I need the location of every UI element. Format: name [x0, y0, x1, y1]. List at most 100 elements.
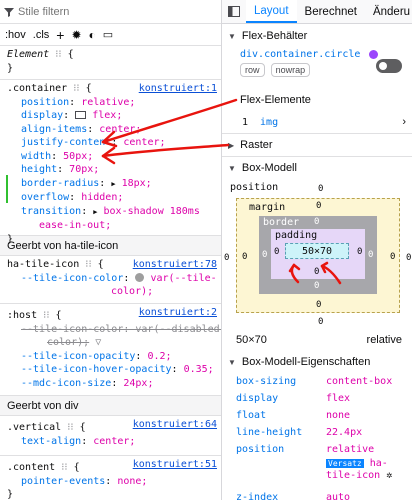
add-rule-button[interactable]: + [56, 27, 64, 43]
offset-parent[interactable]: ha- [370, 458, 388, 469]
hov-button[interactable]: :hov [5, 29, 26, 41]
expand-triangle-icon[interactable]: ▶ [93, 208, 97, 216]
expand-icon[interactable]: ▶ [228, 141, 234, 150]
filter-bar[interactable] [0, 0, 221, 24]
prop-value[interactable]: 0.2; [147, 351, 171, 362]
collapse-icon[interactable]: ▼ [228, 358, 236, 367]
box-props-header[interactable]: ▼ Box-Modell-Eigenschaften [222, 351, 412, 373]
position-top-value[interactable]: 0 [318, 184, 323, 194]
content-rule-source[interactable]: konstruiert:51 [133, 458, 217, 472]
gear-icon[interactable]: ✲ [386, 470, 392, 481]
prop-value[interactable]: hidden; [81, 192, 123, 203]
flex-color-dot[interactable] [369, 49, 379, 59]
padding-box[interactable]: padding 0 0 0 50×70 [271, 229, 365, 279]
rule-options-icon[interactable]: ⁝⁝ [85, 259, 91, 270]
prop-name[interactable]: text-align [21, 436, 81, 447]
expand-triangle-icon[interactable]: ▶ [111, 180, 115, 188]
flex-container-header[interactable]: ▼ Flex-Behälter [222, 25, 412, 47]
collapse-icon[interactable]: ▼ [228, 32, 236, 41]
position-bottom-value[interactable]: 0 [318, 317, 323, 327]
color-swatch-icon[interactable] [135, 273, 145, 282]
prop-overflow[interactable]: overflow: hidden; [7, 191, 216, 205]
prop-name[interactable]: pointer-events [21, 476, 105, 487]
prop-align-items[interactable]: align-items: center; [7, 123, 216, 137]
prop-justify-content[interactable]: justify-content: center; [7, 136, 216, 150]
prop-display[interactable]: display: flex; [7, 109, 216, 123]
filter-input[interactable] [18, 5, 198, 18]
prop-name[interactable]: border-radius [21, 178, 99, 189]
margin-box[interactable]: margin 0 0 0 0 border 0 0 0 0 padding 0 … [236, 198, 400, 313]
collapse-icon[interactable]: ▼ [228, 164, 236, 173]
prop-transition[interactable]: transition: ▶ box-shadow 180ms [7, 205, 216, 220]
box-prop-row[interactable]: line-height 22.4px [222, 424, 412, 441]
offset-parent-cont[interactable]: tile-icon [326, 470, 380, 481]
position-left-value[interactable]: 0 [224, 253, 229, 263]
prop-name[interactable]: transition [21, 206, 81, 217]
offset-badge[interactable]: Versatz [326, 459, 364, 468]
rule-options-icon[interactable]: ⁝⁝ [55, 49, 61, 60]
prop-name[interactable]: justify-content [21, 137, 111, 148]
padding-bottom-value[interactable]: 0 [314, 267, 319, 277]
rule-options-icon[interactable]: ⁝⁝ [73, 83, 79, 94]
border-box[interactable]: border 0 0 0 0 padding 0 0 0 50×70 [259, 216, 377, 294]
tab-computed[interactable]: Berechnet [297, 0, 365, 23]
box-prop-row[interactable]: box-sizing content-box [222, 373, 412, 390]
prop-position[interactable]: position: relative; [7, 96, 216, 110]
rule-options-icon[interactable]: ⁝⁝ [61, 462, 67, 473]
prop-value[interactable]: center; [123, 137, 165, 148]
rule-options-icon[interactable]: ⁝⁝ [43, 310, 49, 321]
prop-name[interactable]: --tile-icon-color [21, 273, 123, 284]
box-prop-row[interactable]: position relative [222, 441, 412, 458]
prop-value[interactable]: var(--tile- [150, 273, 216, 284]
tab-layout[interactable]: Layout [246, 0, 297, 23]
host-selector[interactable]: :host [7, 310, 37, 321]
prop-height[interactable]: height: 70px; [7, 163, 216, 177]
grid-header[interactable]: ▶ Raster [222, 134, 412, 156]
prop-name[interactable]: --mdc-icon-size [21, 378, 111, 389]
box-prop-row[interactable]: display flex [222, 390, 412, 407]
chevron-right-icon[interactable]: › [402, 116, 406, 128]
prop-value[interactable]: box-shadow 180ms [104, 206, 200, 217]
overridden-prop[interactable]: --tile-icon-color: var(--disabled- [7, 323, 221, 337]
prop-value[interactable]: 0.35; [184, 364, 214, 375]
prop-name[interactable]: overflow [21, 192, 69, 203]
border-left-value[interactable]: 0 [262, 250, 267, 260]
content-box[interactable]: 50×70 [285, 243, 349, 259]
prop-border-radius[interactable]: border-radius: ▶ 18px; [7, 177, 216, 192]
rule-options-icon[interactable]: ⁝⁝ [67, 422, 73, 433]
border-bottom-value[interactable]: 0 [314, 281, 319, 291]
toggle-sidebar-icon[interactable] [222, 0, 246, 23]
prop-value[interactable]: flex; [92, 110, 122, 121]
prop-value[interactable]: 50px; [63, 151, 93, 162]
box-model-header[interactable]: ▼ Box-Modell [222, 157, 412, 179]
vertical-selector[interactable]: .vertical [7, 422, 61, 433]
flex-items-header[interactable]: Flex-Elemente [222, 89, 412, 111]
tab-changes[interactable]: Änderu [365, 0, 412, 23]
prop-name[interactable]: align-items [21, 124, 87, 135]
prop-name[interactable]: display [21, 110, 63, 121]
prop-name[interactable]: position [21, 97, 69, 108]
prop-value[interactable]: center; [93, 436, 135, 447]
prop-name[interactable]: --tile-icon-opacity [21, 351, 135, 362]
margin-bottom-value[interactable]: 0 [316, 300, 321, 310]
prop-value[interactable]: none; [117, 476, 147, 487]
margin-left-value[interactable]: 0 [242, 252, 247, 262]
print-icon[interactable]: ▭ [103, 28, 113, 41]
filter-icon[interactable]: ▽ [95, 337, 101, 348]
tile-icon-rule-source[interactable]: konstruiert:78 [133, 258, 217, 272]
vertical-rule-source[interactable]: konstruiert:64 [133, 418, 217, 432]
flex-grid-icon[interactable] [75, 111, 87, 119]
box-prop-row[interactable]: float none [222, 407, 412, 424]
margin-right-value[interactable]: 0 [390, 252, 395, 262]
prop-value[interactable]: 24px; [123, 378, 153, 389]
border-top-value[interactable]: 0 [314, 217, 319, 227]
prop-name[interactable]: --tile-icon-hover-opacity [21, 364, 172, 375]
prop-width[interactable]: width: 50px; [7, 150, 216, 164]
border-right-value[interactable]: 0 [368, 250, 373, 260]
position-right-value[interactable]: 0 [406, 253, 411, 263]
flex-element-name[interactable]: div.container.circle [240, 49, 360, 60]
box-prop-row[interactable]: z-index auto [222, 489, 412, 500]
flex-item-row[interactable]: 1 img › [222, 111, 412, 133]
padding-left-value[interactable]: 0 [274, 247, 279, 257]
prop-value[interactable]: 18px; [122, 178, 152, 189]
